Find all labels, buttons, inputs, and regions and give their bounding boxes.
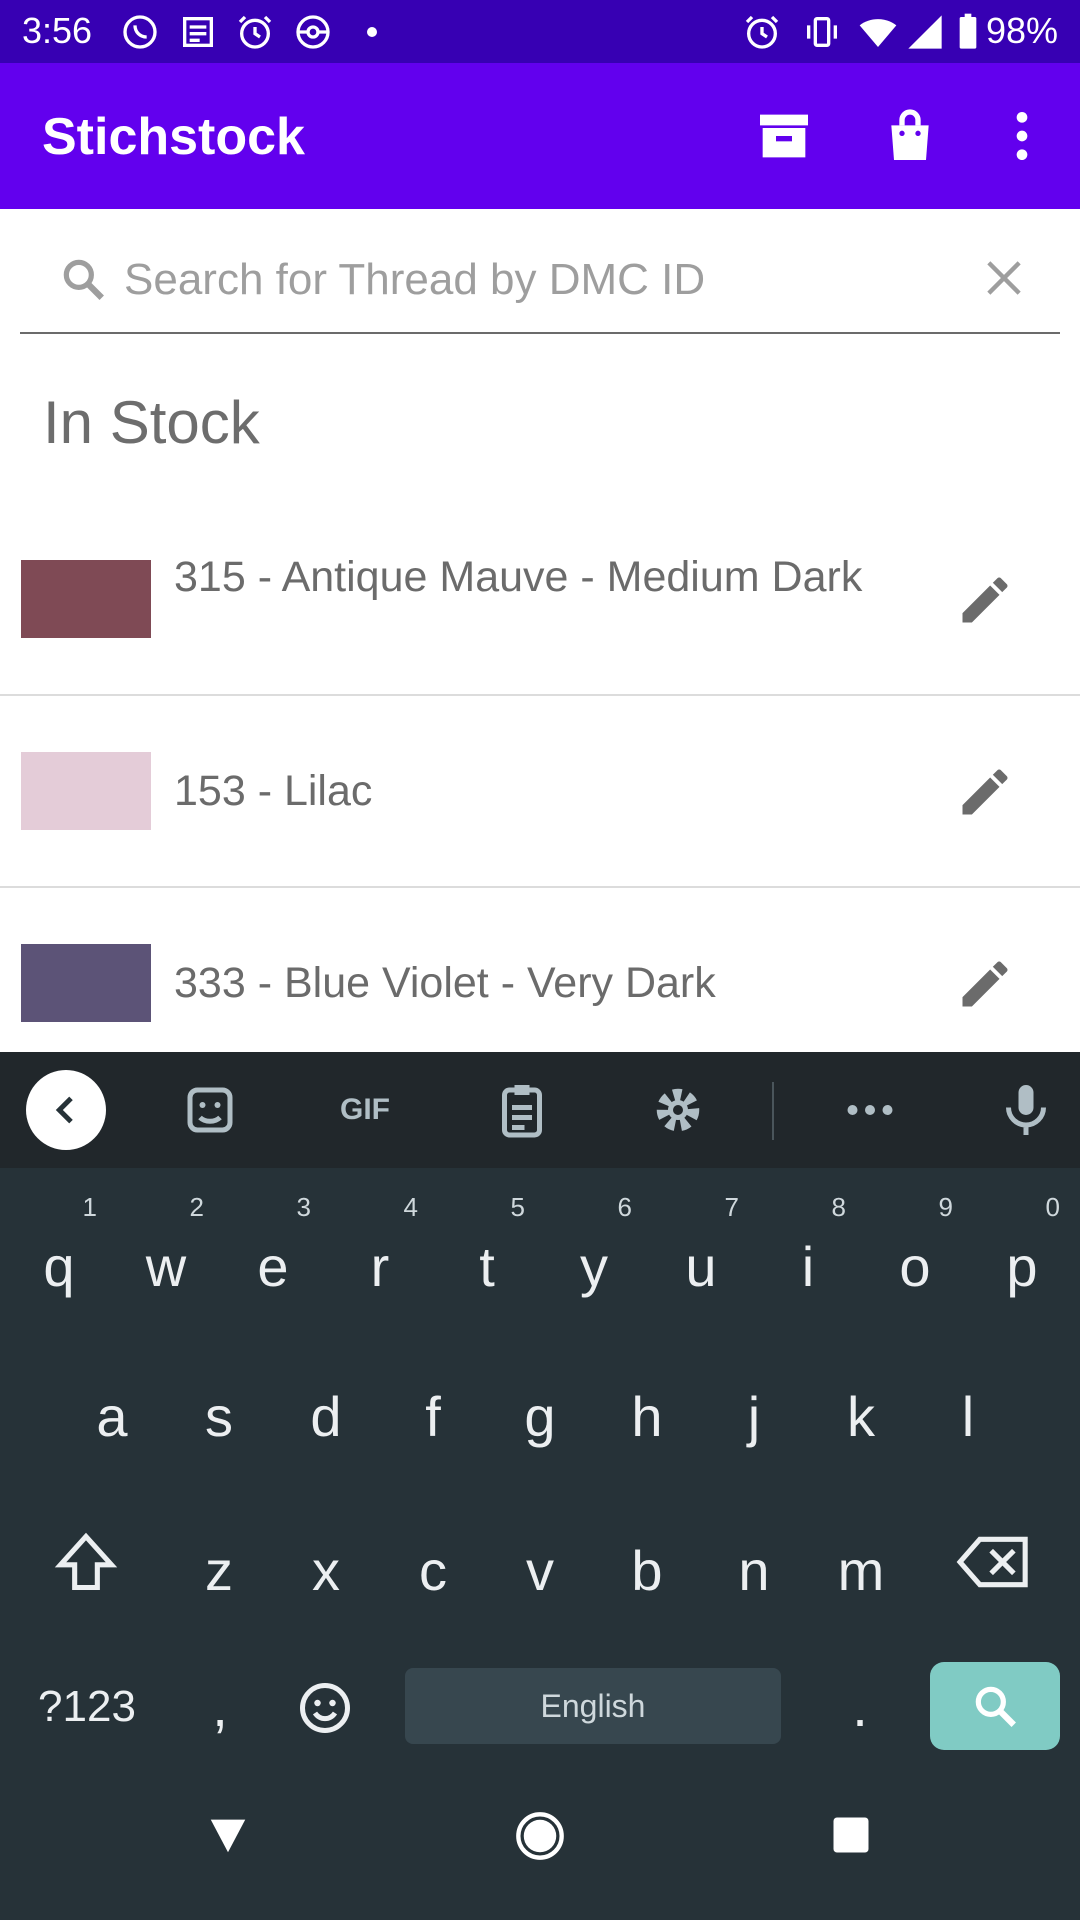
section-title: In Stock — [43, 389, 260, 456]
list-item[interactable]: 333 - Blue Violet - Very Dark — [0, 890, 1080, 1052]
sticker-icon[interactable] — [180, 1080, 240, 1140]
search-key[interactable] — [930, 1662, 1060, 1750]
edit-icon[interactable] — [955, 570, 1015, 630]
more-horiz-icon[interactable] — [840, 1080, 900, 1140]
archive-icon[interactable] — [752, 104, 816, 168]
key-m[interactable]: m — [819, 1536, 903, 1626]
key-j[interactable]: j — [712, 1382, 796, 1472]
key-o[interactable]: o9 — [873, 1192, 957, 1322]
gear-icon[interactable] — [648, 1080, 708, 1140]
color-swatch — [21, 752, 151, 830]
key-z[interactable]: z — [177, 1536, 261, 1626]
shopping-bag-icon[interactable] — [878, 104, 942, 168]
key-g[interactable]: g — [498, 1382, 582, 1472]
key-e[interactable]: e3 — [231, 1192, 315, 1322]
microphone-icon[interactable] — [996, 1080, 1056, 1140]
key-t[interactable]: t5 — [445, 1192, 529, 1322]
list-item[interactable]: 153 - Lilac — [0, 698, 1080, 888]
key-a[interactable]: a — [70, 1382, 154, 1472]
color-swatch — [21, 944, 151, 1022]
battery-percentage: 98% — [985, 10, 1058, 51]
list-item[interactable]: 315 - Antique Mauve - Medium Dark — [0, 530, 1080, 696]
shift-icon[interactable] — [52, 1528, 120, 1596]
whatsapp-icon — [123, 15, 157, 49]
thread-label: 153 - Lilac — [174, 767, 373, 815]
symbols-key[interactable]: ?123 — [22, 1672, 152, 1748]
keyboard-toolbar: GIF — [0, 1052, 1080, 1168]
more-vert-icon[interactable] — [990, 104, 1054, 168]
search-input[interactable] — [124, 250, 954, 310]
thread-label: 333 - Blue Violet - Very Dark — [174, 959, 716, 1007]
status-bar: 3:56 98% — [0, 0, 1080, 63]
comma-key[interactable]: , — [180, 1672, 260, 1748]
space-bar[interactable]: English — [405, 1668, 781, 1744]
edit-icon[interactable] — [955, 954, 1015, 1014]
key-n[interactable]: n — [712, 1536, 796, 1626]
backspace-icon[interactable] — [956, 1528, 1032, 1596]
color-swatch — [21, 560, 151, 638]
key-y[interactable]: y6 — [552, 1192, 636, 1322]
gif-button[interactable]: GIF — [330, 1080, 400, 1140]
dot-icon — [367, 27, 377, 37]
navigation-bar — [0, 1780, 1080, 1920]
close-icon[interactable] — [978, 252, 1030, 304]
key-r[interactable]: r4 — [338, 1192, 422, 1322]
keyboard-back-button[interactable] — [26, 1070, 106, 1150]
edit-icon[interactable] — [955, 762, 1015, 822]
nav-home-icon[interactable] — [514, 1810, 566, 1862]
key-w[interactable]: w2 — [124, 1192, 208, 1322]
key-x[interactable]: x — [284, 1536, 368, 1626]
period-key[interactable]: . — [820, 1672, 900, 1748]
wifi-icon — [859, 19, 897, 47]
nav-back-icon[interactable] — [205, 1812, 251, 1858]
pokeball-icon — [296, 15, 330, 49]
key-f[interactable]: f — [391, 1382, 475, 1472]
alarm-icon — [238, 15, 272, 49]
signal-icon — [908, 15, 942, 49]
vibrate-icon — [807, 17, 837, 47]
key-v[interactable]: v — [498, 1536, 582, 1626]
clipboard-icon[interactable] — [492, 1080, 552, 1140]
key-h[interactable]: h — [605, 1382, 689, 1472]
app-title: Stichstock — [42, 108, 305, 166]
status-time: 3:56 — [22, 10, 93, 51]
key-q[interactable]: q1 — [17, 1192, 101, 1322]
app-bar: Stichstock — [0, 63, 1080, 209]
key-k[interactable]: k — [819, 1382, 903, 1472]
key-c[interactable]: c — [391, 1536, 475, 1626]
key-s[interactable]: s — [177, 1382, 261, 1472]
key-l[interactable]: l — [926, 1382, 1010, 1472]
key-b[interactable]: b — [605, 1536, 689, 1626]
search-icon — [63, 259, 104, 300]
alarm-icon — [745, 15, 779, 49]
toolbar-divider — [772, 1082, 774, 1140]
news-icon — [183, 17, 213, 47]
thread-label: 315 - Antique Mauve - Medium Dark — [174, 553, 863, 601]
emoji-icon[interactable] — [295, 1678, 355, 1738]
search-icon — [975, 1686, 1016, 1727]
keyboard: GIF q1 w2 e3 r4 t5 y6 u7 i8 o9 p0 a s d … — [0, 1052, 1080, 1920]
key-p[interactable]: p0 — [980, 1192, 1064, 1322]
key-i[interactable]: i8 — [766, 1192, 850, 1322]
battery-icon — [959, 13, 977, 49]
search-bar — [20, 232, 1060, 334]
nav-recents-icon[interactable] — [830, 1814, 872, 1856]
key-u[interactable]: u7 — [659, 1192, 743, 1322]
chevron-left-icon — [55, 1096, 73, 1124]
key-d[interactable]: d — [284, 1382, 368, 1472]
